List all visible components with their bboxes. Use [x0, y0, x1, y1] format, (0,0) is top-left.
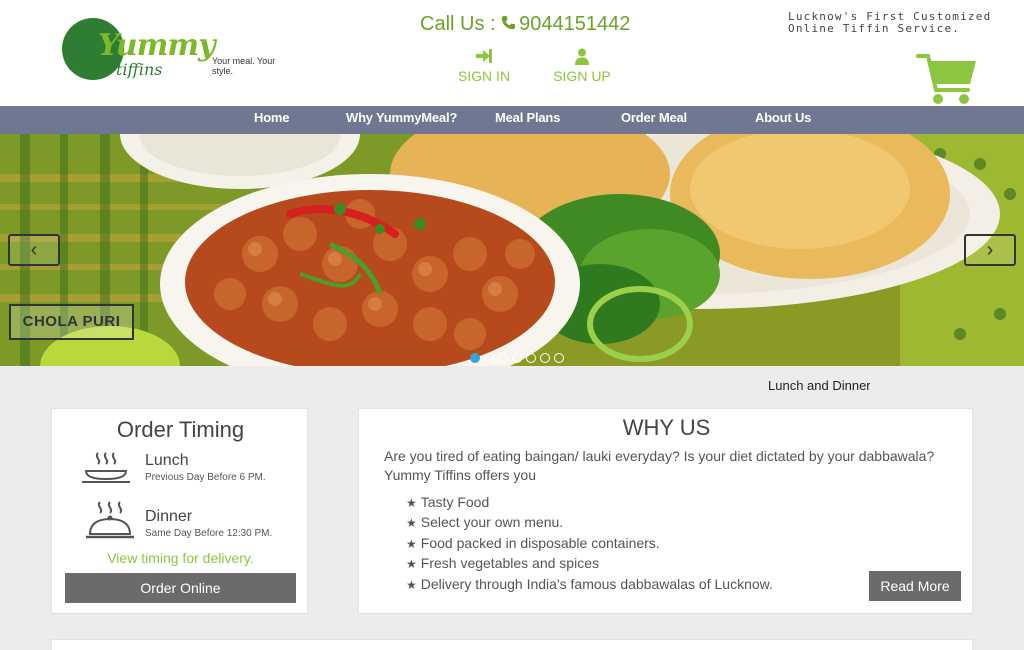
read-more-button[interactable]: Read More: [869, 571, 961, 601]
slider-dot[interactable]: [540, 353, 550, 363]
call-us: Call Us : 9044151442: [420, 13, 630, 36]
slide-caption: CHOLA PURI: [9, 304, 134, 340]
nav-order-meal[interactable]: Order Meal: [621, 110, 687, 125]
slider-dot[interactable]: [526, 353, 536, 363]
sign-up-label: SIGN UP: [553, 68, 611, 84]
slide-food-image: [0, 134, 1024, 366]
star-icon: ★: [406, 577, 417, 592]
star-icon: ★: [406, 557, 417, 572]
chevron-right-icon: ›: [986, 239, 994, 261]
cloche-icon: [84, 500, 136, 540]
marquee-ticker: Lunch and Dinner: [768, 378, 870, 393]
cart-icon[interactable]: [916, 52, 978, 106]
chevron-left-icon: ‹: [30, 239, 38, 261]
list-item: ★ Fresh vegetables and spices: [406, 555, 599, 572]
slider-prev-button[interactable]: ‹: [8, 234, 60, 266]
list-item: ★ Delivery through India's famous dabbawa…: [406, 575, 773, 592]
site-tagline: Lucknow's First Customized Online Tiffin…: [788, 10, 992, 35]
hot-dish-icon: [80, 451, 132, 491]
site-logo[interactable]: Yummy tiffins Your meal. Your style.: [58, 14, 286, 86]
list-item: ★ Tasty Food: [406, 494, 490, 510]
bottom-section-card: [51, 639, 973, 650]
slider-dot[interactable]: [554, 353, 564, 363]
nav-meal-plans[interactable]: Meal Plans: [495, 110, 560, 125]
slider-dot[interactable]: [512, 353, 522, 363]
list-item: ★ Food packed in disposable containers.: [406, 534, 660, 551]
star-icon: ★: [406, 536, 417, 551]
sign-up-link[interactable]: SIGN UP: [542, 48, 622, 84]
nav-about-us[interactable]: About Us: [755, 110, 811, 125]
sign-in-label: SIGN IN: [457, 68, 511, 84]
meal-time-dinner: Same Day Before 12:30 PM.: [145, 528, 273, 539]
sign-in-icon: [444, 48, 524, 68]
meal-time-lunch: Previous Day Before 6 PM.: [145, 472, 266, 483]
sign-in-link[interactable]: SIGN IN: [444, 48, 524, 84]
view-timing-link[interactable]: View timing for delivery.: [52, 550, 309, 566]
order-online-button[interactable]: Order Online: [65, 573, 296, 603]
logo-subword: tiffins: [116, 60, 163, 79]
why-us-title: WHY US: [622, 415, 711, 440]
site-header: Yummy tiffins Your meal. Your style. Cal…: [0, 0, 1024, 106]
nav-home[interactable]: Home: [254, 110, 290, 125]
slider-indicators: [470, 350, 568, 366]
phone-icon: [501, 13, 519, 36]
slider-dot[interactable]: [470, 353, 480, 363]
call-label: Call Us :: [420, 13, 496, 35]
logo-word: Yummy: [98, 28, 216, 63]
slider-dot[interactable]: [498, 353, 508, 363]
meal-name-dinner: Dinner: [145, 508, 193, 525]
meal-name-lunch: Lunch: [145, 452, 189, 469]
why-us-intro: Are you tired of eating baingan/ lauki e…: [384, 448, 935, 483]
hero-slider: ‹ › CHOLA PURI: [0, 134, 1024, 366]
why-us-list: ★ Tasty Food ★ Select your own menu. ★ Food…: [406, 493, 773, 595]
nav-why-yummymeal[interactable]: Why YummyMeal?: [346, 110, 457, 125]
slider-next-button[interactable]: ›: [964, 234, 1016, 266]
user-icon: [542, 48, 622, 68]
logo-tagline: Your meal. Your style.: [212, 56, 276, 76]
phone-number[interactable]: 9044151442: [519, 13, 630, 35]
order-timing-card: Order Timing Lunch Previous Day Before 6…: [51, 408, 308, 614]
order-timing-title: Order Timing: [116, 417, 245, 442]
star-icon: ★: [406, 496, 417, 510]
list-item: ★ Select your own menu.: [406, 514, 564, 531]
slider-dot[interactable]: [484, 353, 494, 363]
main-nav: Home Why YummyMeal? Meal Plans Order Mea…: [0, 106, 1024, 134]
why-us-card: WHY US Are you tired of eating baingan/ …: [358, 408, 973, 614]
star-icon: ★: [406, 516, 417, 531]
